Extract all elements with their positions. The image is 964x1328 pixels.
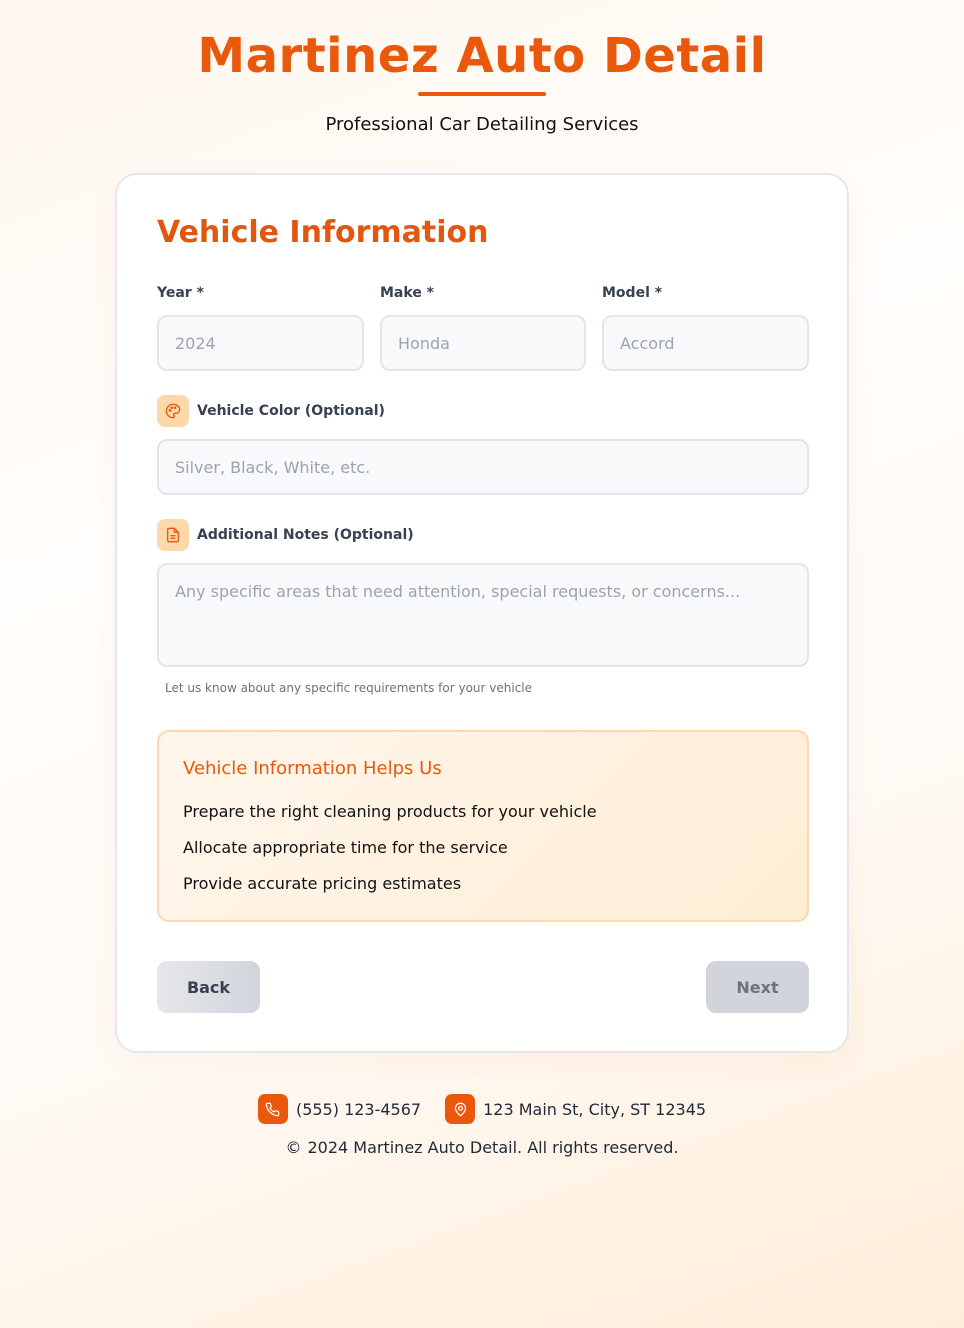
year-input[interactable] <box>157 315 364 371</box>
copyright-icon: © <box>285 1138 302 1157</box>
footer: (555) 123-4567 123 Main St, City, ST 123… <box>0 1094 964 1157</box>
year-label: Year * <box>157 285 204 301</box>
notes-hint: Let us know about any specific requireme… <box>165 681 533 695</box>
color-label: Vehicle Color (Optional) <box>197 403 385 419</box>
document-icon <box>157 519 189 551</box>
info-item: Provide accurate pricing estimates <box>183 874 462 893</box>
info-title: Vehicle Information Helps Us <box>183 758 442 779</box>
make-input[interactable] <box>380 315 586 371</box>
form-title: Vehicle Information <box>157 215 489 250</box>
page-header: Martinez Auto Detail Professional Car De… <box>0 0 964 135</box>
model-label: Model * <box>602 285 663 301</box>
next-button[interactable]: Next <box>706 961 809 1013</box>
location-pin-icon <box>445 1094 476 1124</box>
tagline: Professional Car Detailing Services <box>325 114 639 135</box>
phone-text: (555) 123-4567 <box>295 1099 422 1119</box>
info-item: Prepare the right cleaning products for … <box>183 802 597 821</box>
brand-underline <box>418 92 546 96</box>
copyright-text: 2024 Martinez Auto Detail. All rights re… <box>307 1138 679 1157</box>
info-box: Vehicle Information Helps Us Prepare the… <box>157 730 809 922</box>
address-contact[interactable]: 123 Main St, City, ST 12345 <box>445 1094 706 1124</box>
color-input[interactable] <box>157 439 809 495</box>
notes-label: Additional Notes (Optional) <box>197 527 414 543</box>
model-input[interactable] <box>602 315 809 371</box>
palette-icon <box>157 395 189 427</box>
vehicle-form-card: Vehicle Information Year * Make * Model … <box>115 173 849 1053</box>
info-item: Allocate appropriate time for the servic… <box>183 838 508 857</box>
address-text: 123 Main St, City, ST 12345 <box>483 1099 707 1119</box>
phone-contact[interactable]: (555) 123-4567 <box>257 1094 422 1124</box>
brand-title: Martinez Auto Detail <box>197 28 767 84</box>
make-label: Make * <box>380 285 435 301</box>
contact-row: (555) 123-4567 123 Main St, City, ST 123… <box>0 1094 964 1124</box>
copyright: © 2024 Martinez Auto Detail. All rights … <box>0 1138 964 1157</box>
notes-textarea[interactable] <box>157 563 809 667</box>
back-button[interactable]: Back <box>157 961 260 1013</box>
phone-icon <box>257 1094 288 1124</box>
